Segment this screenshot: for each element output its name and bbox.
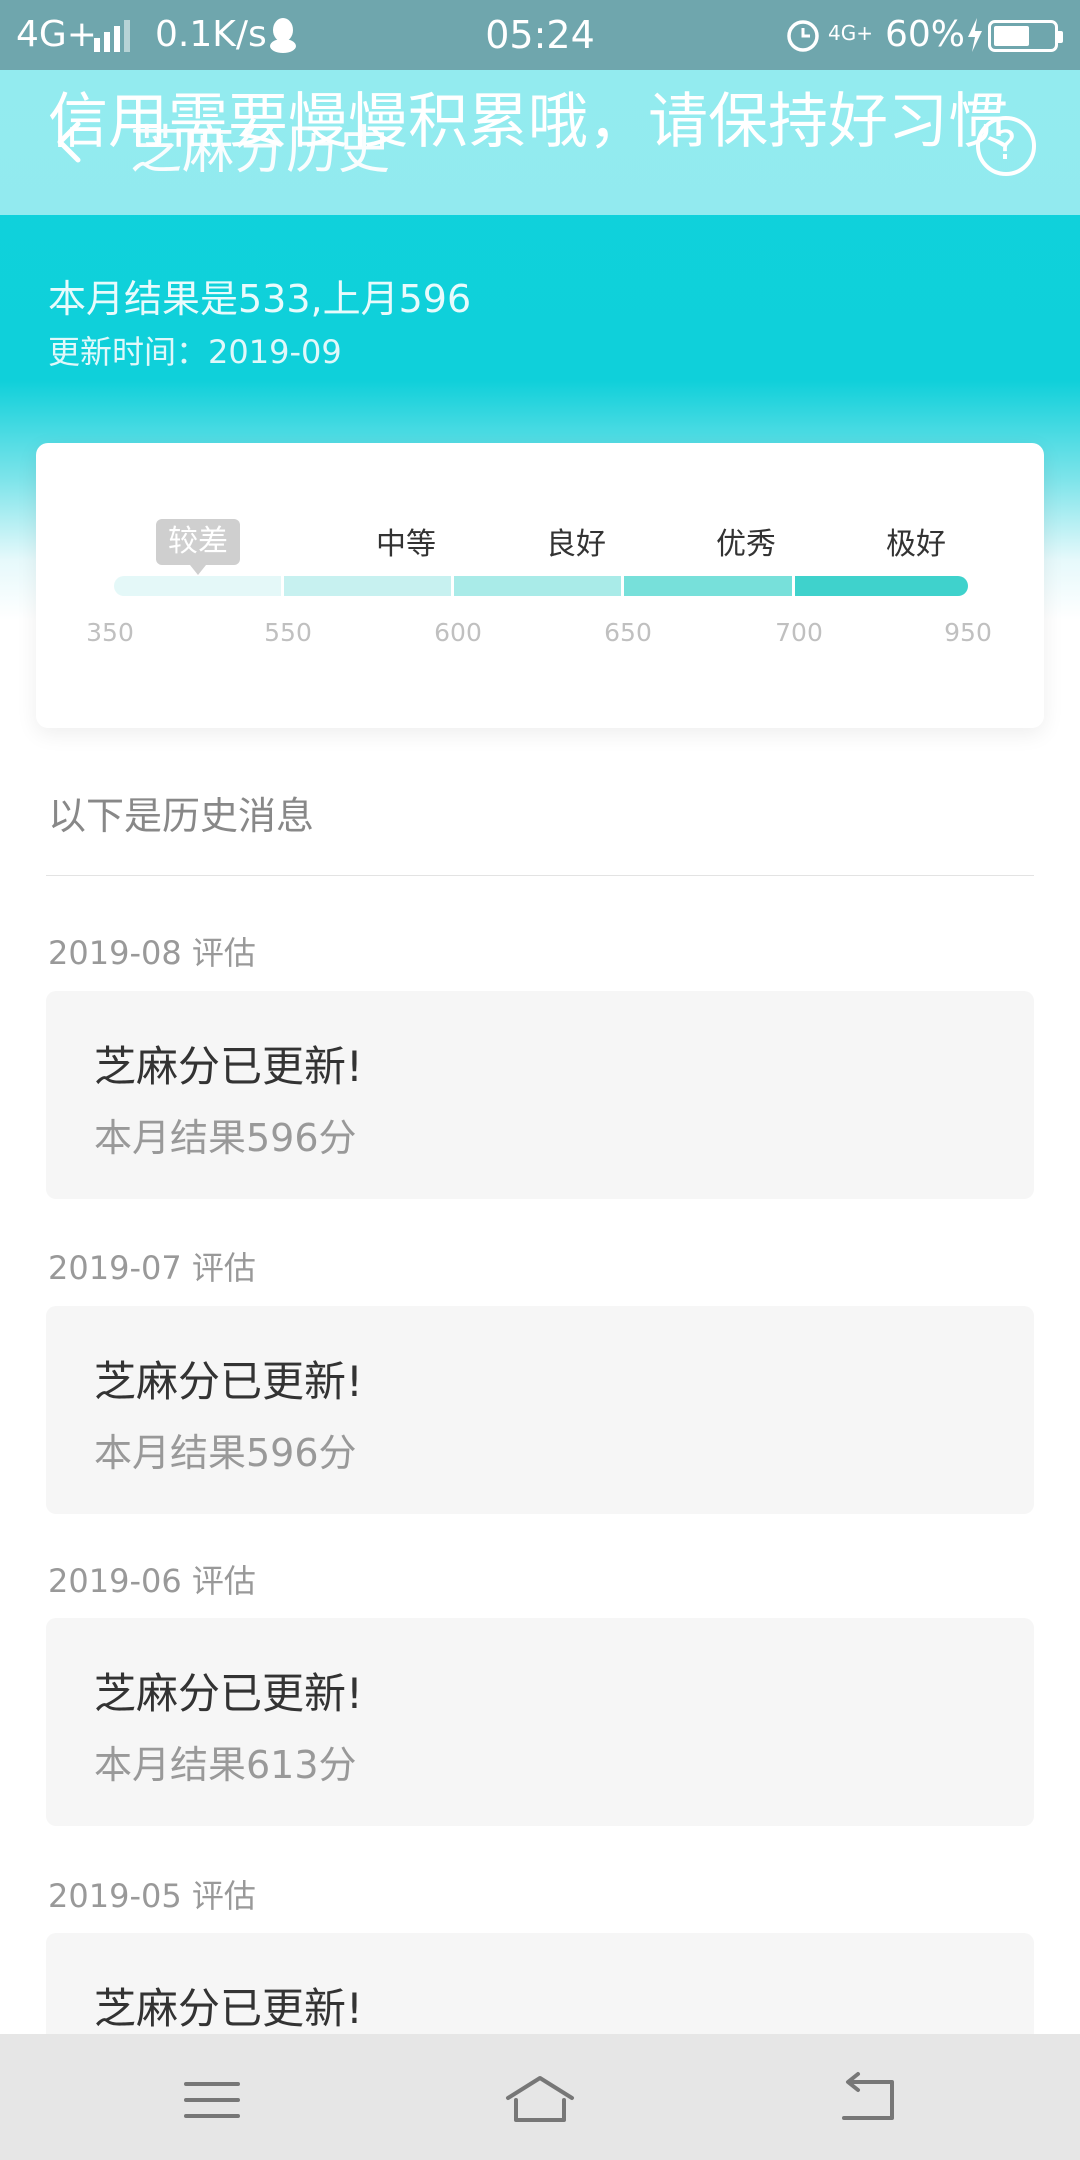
- battery-icon: [988, 20, 1063, 52]
- update-time: 更新时间：2019-09: [48, 333, 342, 371]
- menu-icon[interactable]: [172, 2070, 252, 2130]
- range-segment: [454, 576, 624, 596]
- score-summary: 本月结果是533,上月596: [48, 277, 472, 321]
- back-icon[interactable]: [828, 2070, 908, 2130]
- current-level-badge: 较差: [156, 519, 240, 575]
- range-tick: 950: [944, 618, 992, 647]
- level-label: 中等: [376, 527, 436, 562]
- entry-month: 2019-06 评估: [48, 1562, 256, 1600]
- entry-result: 本月结果596分: [94, 1116, 357, 1160]
- range-segment: [795, 576, 968, 596]
- entry-result: 本月结果613分: [94, 1743, 357, 1787]
- score-level-card: 较差 中等 良好 优秀 极好 350 550 600 650 700 950: [36, 443, 1044, 728]
- page-title: 芝麻分历史: [130, 121, 391, 181]
- score-range-bar: [114, 576, 968, 596]
- range-segment: [624, 576, 795, 596]
- back-arrow-icon[interactable]: [40, 112, 100, 172]
- range-tick: 600: [434, 618, 482, 647]
- range-tick: 650: [604, 618, 652, 647]
- status-bar: 4G+ 0.1K/s 05:24 4G+ 60%: [0, 0, 1080, 70]
- entry-title: 芝麻分已更新!: [94, 1669, 363, 1718]
- alarm-icon: [787, 20, 819, 52]
- signal-4g-label: 4G+: [828, 21, 873, 45]
- charging-icon: [968, 18, 982, 52]
- home-icon[interactable]: [500, 2070, 580, 2130]
- history-item[interactable]: 芝麻分已更新! 本月结果613分: [46, 1618, 1034, 1826]
- entry-title: 芝麻分已更新!: [94, 1042, 363, 1091]
- help-icon[interactable]: ?: [976, 116, 1036, 176]
- range-tick: 350: [86, 618, 134, 647]
- range-segment: [114, 576, 284, 596]
- range-tick: 550: [264, 618, 312, 647]
- entry-title: 芝麻分已更新!: [94, 1357, 363, 1406]
- history-item[interactable]: 芝麻分已更新! 本月结果596分: [46, 1306, 1034, 1514]
- entry-result: 本月结果596分: [94, 1431, 357, 1475]
- system-nav-bar: [0, 2034, 1080, 2160]
- entry-month: 2019-05 评估: [48, 1877, 256, 1915]
- entry-title: 芝麻分已更新!: [94, 1984, 363, 2033]
- level-label: 优秀: [716, 527, 776, 562]
- range-segment: [284, 576, 454, 596]
- entry-month: 2019-07 评估: [48, 1249, 256, 1287]
- level-label: 极好: [886, 527, 946, 562]
- battery-percent: 60%: [884, 14, 965, 55]
- range-tick: 700: [775, 618, 823, 647]
- level-label: 良好: [546, 527, 606, 562]
- divider: [46, 875, 1034, 876]
- history-heading: 以下是历史消息: [48, 794, 315, 838]
- entry-month: 2019-08 评估: [48, 934, 256, 972]
- history-item[interactable]: 芝麻分已更新! 本月结果596分: [46, 991, 1034, 1199]
